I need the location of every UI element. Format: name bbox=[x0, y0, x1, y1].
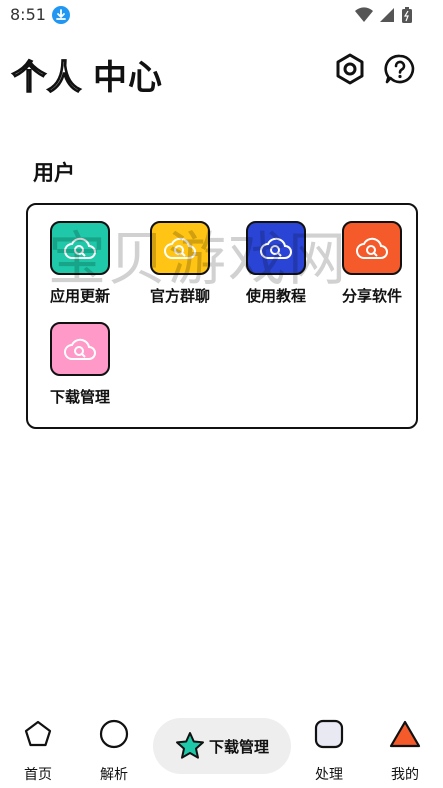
download-manager-item[interactable]: 下载管理 bbox=[35, 322, 125, 407]
download-manager-tile[interactable] bbox=[50, 322, 110, 376]
download-notification-icon bbox=[52, 6, 70, 24]
help-button[interactable] bbox=[383, 52, 417, 86]
official-group-tile[interactable] bbox=[150, 221, 210, 275]
rounded-square-icon bbox=[314, 719, 344, 749]
status-time: 8:51 bbox=[10, 5, 46, 24]
official-group-label: 官方群聊 bbox=[149, 287, 210, 305]
section-title-user: 用户 bbox=[33, 161, 75, 185]
user-features-card: 应用更新 官方群聊 使用教程 分享软件 下载管理 bbox=[26, 203, 418, 429]
status-indicators bbox=[355, 6, 413, 24]
nav-item-process[interactable]: 处理 bbox=[299, 718, 359, 784]
cloud-search-icon bbox=[356, 237, 388, 259]
wifi-icon bbox=[355, 7, 373, 23]
cloud-search-icon bbox=[64, 338, 96, 360]
page-title-outline: 个人 bbox=[11, 57, 82, 99]
circle-icon bbox=[99, 719, 129, 749]
page-header: 个人 中心 bbox=[0, 48, 443, 99]
status-bar: 8:51 bbox=[0, 0, 443, 30]
nav-label-download-manager: 下载管理 bbox=[208, 737, 269, 756]
triangle-icon bbox=[389, 720, 421, 748]
question-icon bbox=[384, 54, 415, 84]
app-update-label: 应用更新 bbox=[49, 287, 110, 305]
download-manager-label: 下载管理 bbox=[49, 388, 110, 406]
battery-icon bbox=[402, 7, 412, 23]
cloud-search-icon bbox=[164, 237, 196, 259]
cloud-search-icon bbox=[64, 237, 96, 259]
tutorial-label: 使用教程 bbox=[245, 287, 306, 305]
nav-item-parse[interactable]: 解析 bbox=[84, 718, 144, 784]
bottom-nav: 首页 解析 下载管理 处理 我的 bbox=[0, 712, 443, 788]
tutorial-tile[interactable] bbox=[246, 221, 306, 275]
cell-signal-icon bbox=[380, 8, 394, 22]
share-app-item[interactable]: 分享软件 bbox=[327, 221, 417, 306]
nav-label-home: 首页 bbox=[24, 767, 52, 783]
settings-button[interactable] bbox=[333, 52, 367, 86]
pentagon-icon bbox=[24, 720, 52, 747]
app-update-tile[interactable] bbox=[50, 221, 110, 275]
app-update-item[interactable]: 应用更新 bbox=[35, 221, 125, 306]
nav-label-mine: 我的 bbox=[391, 767, 419, 783]
nav-label-parse: 解析 bbox=[100, 767, 128, 783]
share-app-tile[interactable] bbox=[342, 221, 402, 275]
nav-label-process: 处理 bbox=[315, 767, 343, 783]
nav-item-mine[interactable]: 我的 bbox=[375, 718, 435, 784]
share-app-label: 分享软件 bbox=[341, 287, 402, 305]
star-icon bbox=[175, 732, 204, 759]
tutorial-item[interactable]: 使用教程 bbox=[231, 221, 321, 306]
page-title-bold: 中心 bbox=[93, 58, 163, 98]
hexagon-settings-icon bbox=[336, 53, 364, 85]
nav-item-home[interactable]: 首页 bbox=[8, 718, 68, 784]
official-group-item[interactable]: 官方群聊 bbox=[135, 221, 225, 306]
cloud-search-icon bbox=[260, 237, 292, 259]
nav-item-download-manager[interactable]: 下载管理 bbox=[153, 718, 291, 774]
